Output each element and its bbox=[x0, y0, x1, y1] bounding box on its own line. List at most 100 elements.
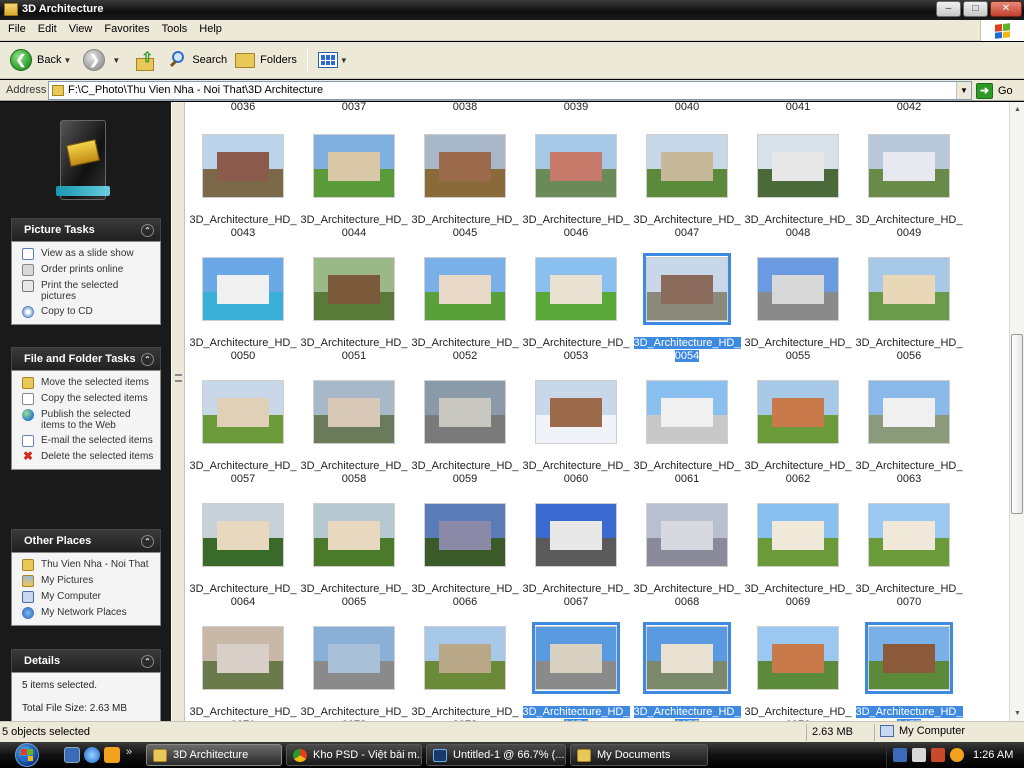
thumbnail-item[interactable]: 3D_Architecture_HD_ 0067 bbox=[522, 499, 630, 622]
thumbnail-image[interactable] bbox=[535, 626, 617, 690]
menu-favorites[interactable]: Favorites bbox=[98, 20, 155, 40]
partial-row-label[interactable]: 0042 bbox=[859, 102, 959, 113]
thumbnail-image[interactable] bbox=[424, 503, 506, 567]
thumbnail-caption[interactable]: 3D_Architecture_HD_0072 bbox=[300, 706, 408, 721]
thumbnail-frame[interactable] bbox=[310, 130, 398, 202]
thumbnail-image[interactable] bbox=[757, 626, 839, 690]
thumbnail-item[interactable]: 3D_Architecture_HD_ 0049 bbox=[855, 130, 963, 253]
thumbnail-caption[interactable]: 3D_Architecture_HD_ 0052 bbox=[411, 337, 519, 363]
scroll-up-icon[interactable]: ▲ bbox=[1010, 102, 1024, 117]
address-field[interactable]: F:\C_Photo\Thu Vien Nha - Noi That\3D Ar… bbox=[48, 81, 972, 100]
menu-help[interactable]: Help bbox=[193, 20, 228, 40]
taskbar-window-photoshop[interactable]: Untitled-1 @ 66.7% (... bbox=[426, 744, 566, 766]
thumbnail-image[interactable] bbox=[424, 626, 506, 690]
thumbnail-caption[interactable]: 3D_Architecture_HD_ 0068 bbox=[633, 583, 741, 609]
thumbnail-item[interactable]: 3D_Architecture_HD_ 0058 bbox=[300, 376, 408, 499]
details-header[interactable]: Details ⌃ bbox=[11, 649, 161, 672]
other-places-header[interactable]: Other Places ⌃ bbox=[11, 529, 161, 552]
thumbnail-caption[interactable]: 3D_Architecture_HD_ 0051 bbox=[300, 337, 408, 363]
thumbnail-image[interactable] bbox=[868, 257, 950, 321]
back-dropdown-icon[interactable]: ▼ bbox=[63, 56, 71, 65]
thumbnail-caption[interactable]: 3D_Architecture_HD_ 0055 bbox=[744, 337, 852, 363]
thumbnail-frame[interactable] bbox=[865, 376, 953, 448]
thumbnail-image[interactable] bbox=[202, 134, 284, 198]
thumbnail-item[interactable]: 3D_Architecture_HD_ 0063 bbox=[855, 376, 963, 499]
thumbnail-frame[interactable] bbox=[199, 376, 287, 448]
collapse-icon[interactable]: ⌃ bbox=[141, 223, 154, 237]
thumbnail-image[interactable] bbox=[202, 380, 284, 444]
thumbnail-item[interactable]: 3D_Architecture_HD_ 0065 bbox=[300, 499, 408, 622]
collapse-icon[interactable]: ⌃ bbox=[141, 534, 154, 548]
thumbnail-caption[interactable]: 3D_Architecture_HD_0077 bbox=[855, 706, 963, 721]
thumbnail-item[interactable]: 3D_Architecture_HD_ 0044 bbox=[300, 130, 408, 253]
thumbnail-image[interactable] bbox=[202, 626, 284, 690]
thumbnail-caption[interactable]: 3D_Architecture_HD_ 0049 bbox=[855, 214, 963, 240]
menu-tools[interactable]: Tools bbox=[156, 20, 194, 40]
thumbnail-image[interactable] bbox=[646, 503, 728, 567]
quicklaunch-more-icon[interactable]: » bbox=[126, 746, 142, 762]
partial-row-label[interactable]: 0041 bbox=[748, 102, 848, 113]
thumbnail-caption[interactable]: 3D_Architecture_HD_ 0061 bbox=[633, 460, 741, 486]
thumbnail-image[interactable] bbox=[202, 257, 284, 321]
thumbnail-image[interactable] bbox=[313, 626, 395, 690]
thumbnail-item[interactable]: 3D_Architecture_HD_0076 bbox=[744, 622, 852, 721]
clock[interactable]: 1:26 AM bbox=[973, 749, 1013, 761]
thumbnail-caption[interactable]: 3D_Architecture_HD_ 0066 bbox=[411, 583, 519, 609]
partial-row-label[interactable]: 0038 bbox=[415, 102, 515, 113]
back-button[interactable]: ❮ Back ▼ bbox=[6, 46, 79, 74]
thumbnail-caption[interactable]: 3D_Architecture_HD_ 0048 bbox=[744, 214, 852, 240]
thumbnail-caption[interactable]: 3D_Architecture_HD_ 0047 bbox=[633, 214, 741, 240]
thumbnail-frame[interactable] bbox=[421, 130, 509, 202]
thumbnail-item[interactable]: 3D_Architecture_HD_ 0047 bbox=[633, 130, 741, 253]
thumbnail-caption[interactable]: 3D_Architecture_HD_ 0065 bbox=[300, 583, 408, 609]
thumbnail-frame[interactable] bbox=[865, 253, 953, 325]
menu-file[interactable]: File bbox=[2, 20, 32, 40]
place-parent-folder[interactable]: Thu Vien Nha - Noi That bbox=[22, 559, 154, 571]
maximize-button[interactable]: □ bbox=[963, 1, 988, 17]
pane-splitter[interactable] bbox=[171, 102, 185, 721]
vertical-scrollbar[interactable]: ▲ ▼ bbox=[1009, 102, 1024, 721]
thumbnail-image[interactable] bbox=[313, 257, 395, 321]
thumbnail-image[interactable] bbox=[535, 380, 617, 444]
thumbnail-caption[interactable]: 3D_Architecture_HD_ 0057 bbox=[189, 460, 297, 486]
thumbnail-image[interactable] bbox=[757, 503, 839, 567]
thumbnail-item[interactable]: 3D_Architecture_HD_ 0055 bbox=[744, 253, 852, 376]
picture-tasks-header[interactable]: Picture Tasks ⌃ bbox=[11, 218, 161, 241]
thumbnail-item[interactable]: 3D_Architecture_HD_ 0056 bbox=[855, 253, 963, 376]
thumbnail-item[interactable]: 3D_Architecture_HD_ 0064 bbox=[189, 499, 297, 622]
up-button[interactable]: ⇧ bbox=[128, 46, 166, 74]
thumbnail-item[interactable]: 3D_Architecture_HD_ 0066 bbox=[411, 499, 519, 622]
thumbnail-frame[interactable] bbox=[532, 376, 620, 448]
thumbnail-caption[interactable]: 3D_Architecture_HD_ 0062 bbox=[744, 460, 852, 486]
thumbnail-frame[interactable] bbox=[532, 622, 620, 694]
thumbnail-frame[interactable] bbox=[532, 253, 620, 325]
thumbnail-caption[interactable]: 3D_Architecture_HD_0076 bbox=[744, 706, 852, 721]
thumbnail-frame[interactable] bbox=[754, 622, 842, 694]
thumbnail-frame[interactable] bbox=[865, 622, 953, 694]
thumbnail-frame[interactable] bbox=[199, 130, 287, 202]
thumbnail-image[interactable] bbox=[868, 134, 950, 198]
thumbnail-image[interactable] bbox=[757, 257, 839, 321]
address-dropdown-icon[interactable]: ▼ bbox=[956, 82, 971, 99]
thumbnail-caption[interactable]: 3D_Architecture_HD_0074 bbox=[522, 706, 630, 721]
thumbnail-caption[interactable]: 3D_Architecture_HD_ 0045 bbox=[411, 214, 519, 240]
task-email[interactable]: E-mail the selected items bbox=[22, 435, 154, 447]
thumbnail-caption[interactable]: 3D_Architecture_HD_ 0069 bbox=[744, 583, 852, 609]
show-desktop-icon[interactable] bbox=[64, 747, 80, 763]
task-publish[interactable]: Publish the selected items to the Web bbox=[22, 409, 154, 431]
thumbnail-image[interactable] bbox=[868, 626, 950, 690]
thumbnail-image[interactable] bbox=[313, 134, 395, 198]
thumbnail-item[interactable]: 3D_Architecture_HD_ 0043 bbox=[189, 130, 297, 253]
thumbnail-caption[interactable]: 3D_Architecture_HD_ 0067 bbox=[522, 583, 630, 609]
forward-dropdown-icon[interactable]: ▼ bbox=[112, 56, 120, 65]
taskbar-window-explorer[interactable]: 3D Architecture bbox=[146, 744, 282, 766]
thumbnail-caption[interactable]: 3D_Architecture_HD_0073 bbox=[411, 706, 519, 721]
close-button[interactable]: ✕ bbox=[990, 1, 1022, 17]
network-tray-icon[interactable] bbox=[893, 748, 907, 762]
taskbar-window-documents[interactable]: My Documents bbox=[570, 744, 708, 766]
thumbnail-frame[interactable] bbox=[643, 376, 731, 448]
thumbnail-image[interactable] bbox=[424, 380, 506, 444]
thumbnail-image[interactable] bbox=[535, 257, 617, 321]
place-network[interactable]: My Network Places bbox=[22, 607, 154, 619]
partial-row-label[interactable]: 0039 bbox=[526, 102, 626, 113]
